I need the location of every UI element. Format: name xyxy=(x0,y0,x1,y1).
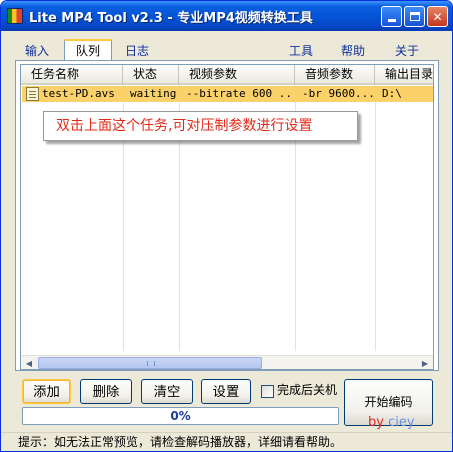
hint-callout: 双击上面这个任务,可对压制参数进行设置 xyxy=(43,111,358,141)
watermark-by: by xyxy=(368,415,384,430)
delete-button[interactable]: 删除 xyxy=(80,379,132,404)
column-header-status[interactable]: 状态 xyxy=(123,65,179,85)
title-bar[interactable]: Lite MP4 Tool v2.3 - 专业MP4视频转换工具 ✕ xyxy=(1,1,452,31)
list-header: 任务名称 状态 视频参数 音频参数 输出目录 xyxy=(21,65,433,85)
maximize-button[interactable] xyxy=(404,6,425,27)
settings-button[interactable]: 设置 xyxy=(201,379,251,404)
shutdown-checkbox[interactable] xyxy=(261,385,274,398)
column-header-output-dir[interactable]: 输出目录 xyxy=(375,65,433,85)
tab-input[interactable]: 输入 xyxy=(15,42,59,60)
grip-icon xyxy=(147,361,155,366)
close-icon: ✕ xyxy=(432,9,443,24)
status-bar: 提示：如无法正常预览，请检查解码播放器，详细请看帮助。 xyxy=(1,432,452,451)
table-row[interactable]: test-PD.avs waiting --bitrate 600 ... -b… xyxy=(22,86,433,102)
menu-about[interactable]: 关于 xyxy=(385,42,429,60)
window-title: Lite MP4 Tool v2.3 - 专业MP4视频转换工具 xyxy=(29,11,313,26)
app-window: Lite MP4 Tool v2.3 - 专业MP4视频转换工具 ✕ 输入 队列… xyxy=(0,0,453,452)
close-button[interactable]: ✕ xyxy=(427,6,448,27)
column-header-task-name[interactable]: 任务名称 xyxy=(21,65,123,85)
column-header-audio-params[interactable]: 音频参数 xyxy=(295,65,375,85)
shutdown-checkbox-label[interactable]: 完成后关机 xyxy=(277,382,337,398)
minimize-button[interactable] xyxy=(381,6,402,27)
clear-button[interactable]: 清空 xyxy=(141,379,193,404)
output-dir-cell: D:\ xyxy=(382,87,402,100)
minimize-icon xyxy=(387,19,396,22)
horizontal-scrollbar[interactable]: ◀ ▶ xyxy=(21,355,433,369)
tab-bar: 输入 队列 日志 工具 帮助 关于 xyxy=(1,39,452,61)
status-cell: waiting xyxy=(130,87,177,100)
watermark-name: ciey xyxy=(388,415,415,430)
app-icon xyxy=(7,8,23,24)
scroll-left-icon[interactable]: ◀ xyxy=(21,356,37,369)
progress-bar: 0% xyxy=(22,407,339,425)
author-watermark: by ciey xyxy=(368,415,415,430)
column-divider xyxy=(375,85,376,351)
scrollbar-thumb[interactable] xyxy=(38,357,262,369)
menu-help[interactable]: 帮助 xyxy=(331,42,375,60)
video-params-cell: --bitrate 600 ... xyxy=(186,87,294,100)
add-button[interactable]: 添加 xyxy=(22,379,71,404)
audio-params-cell: -br 9600... xyxy=(302,87,374,100)
queue-list[interactable]: 任务名称 状态 视频参数 音频参数 输出目录 test-PD.avs waiti… xyxy=(20,64,434,370)
task-name-cell: test-PD.avs xyxy=(42,87,115,100)
column-header-video-params[interactable]: 视频参数 xyxy=(179,65,295,85)
scroll-right-icon[interactable]: ▶ xyxy=(417,356,433,369)
tab-queue[interactable]: 队列 xyxy=(64,39,112,61)
maximize-icon xyxy=(409,12,420,21)
menu-tools[interactable]: 工具 xyxy=(279,42,323,60)
tab-log[interactable]: 日志 xyxy=(113,42,161,60)
avs-file-icon xyxy=(26,87,39,101)
progress-label: 0% xyxy=(170,409,191,423)
